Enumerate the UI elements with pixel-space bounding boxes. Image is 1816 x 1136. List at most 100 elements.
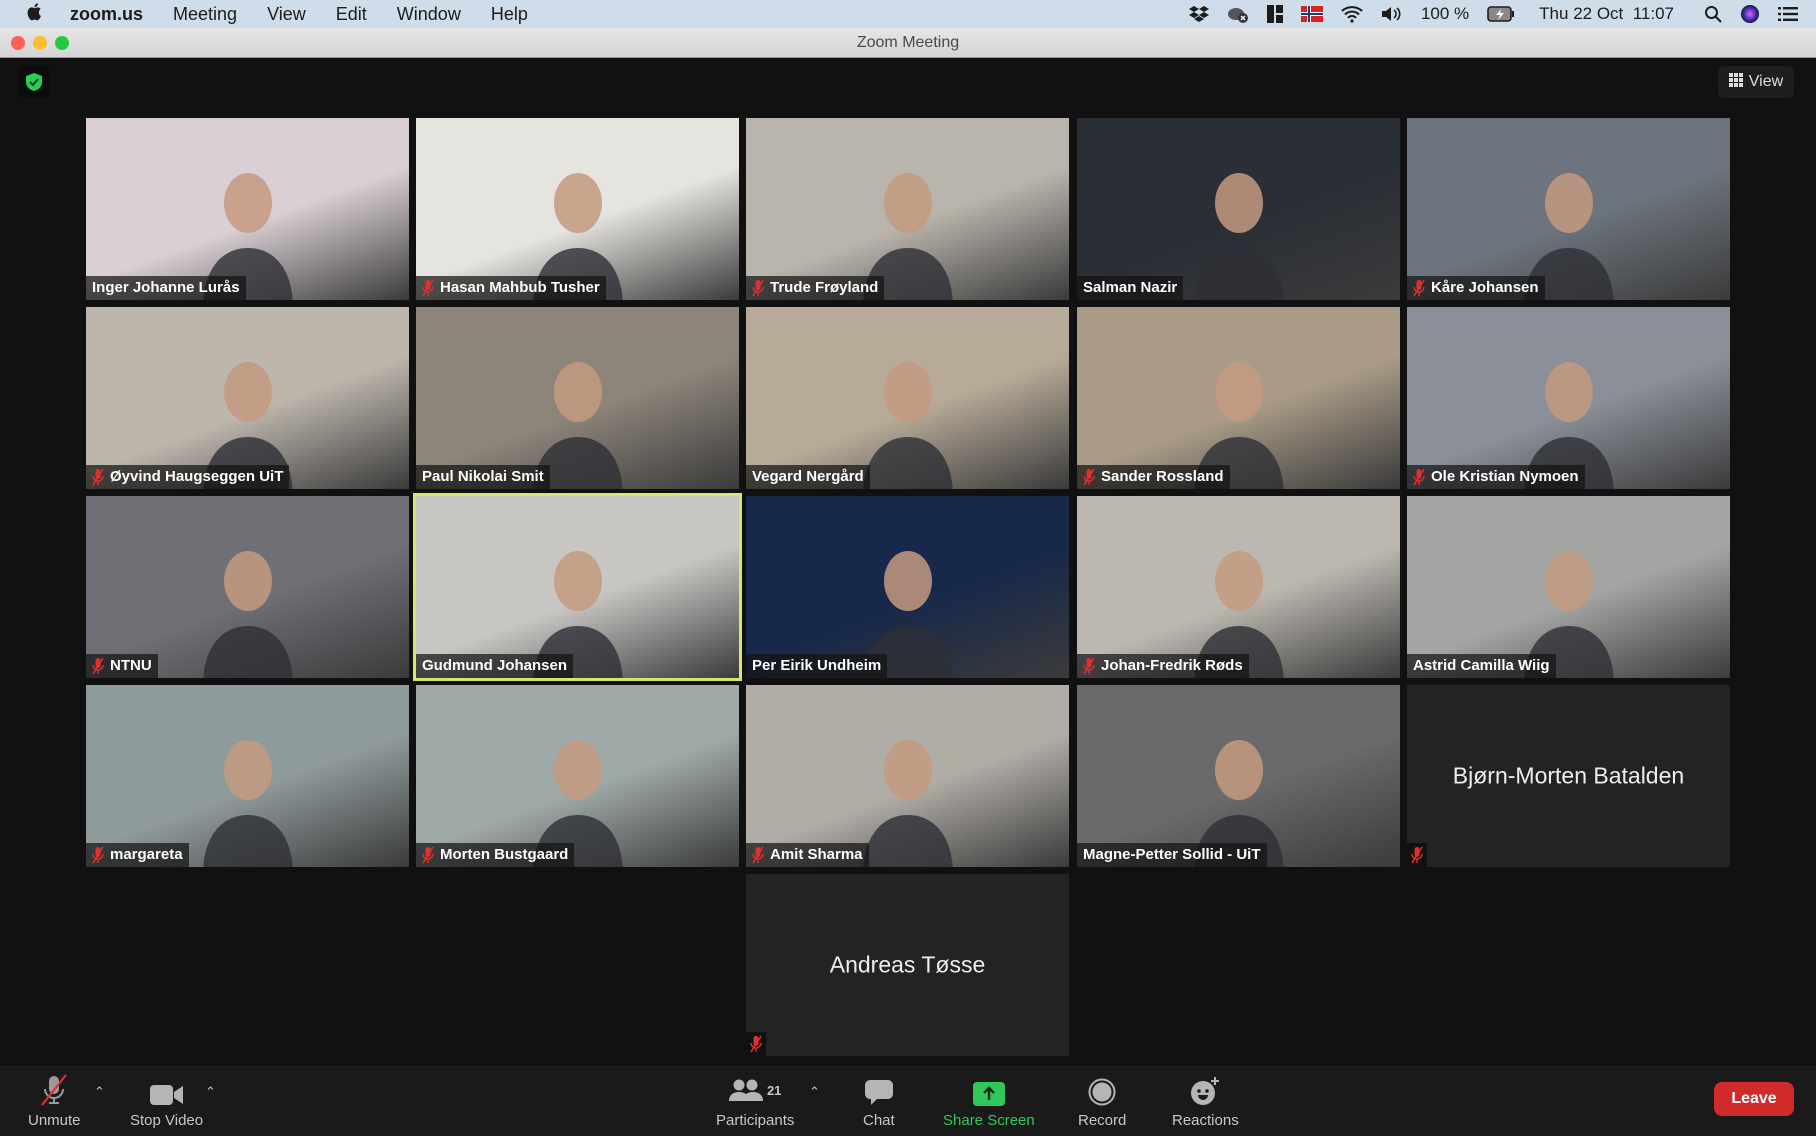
- macos-menubar: zoom.us Meeting View Edit Window Help 10…: [0, 0, 1816, 28]
- layout-icon[interactable]: [1266, 4, 1283, 24]
- participant-name: margareta: [110, 846, 183, 863]
- stop-video-button[interactable]: Stop Video: [130, 1074, 203, 1129]
- gallery-grid-icon: [1728, 72, 1743, 92]
- participant-tile[interactable]: Trude Frøyland: [746, 118, 1069, 300]
- participant-tile[interactable]: Vegard Nergård: [746, 307, 1069, 489]
- participant-name: Sander Rossland: [1101, 468, 1224, 485]
- participant-name: Vegard Nergård: [752, 468, 864, 485]
- wifi-icon[interactable]: [1341, 4, 1363, 24]
- participant-tile[interactable]: Magne-Petter Sollid - UiT: [1077, 685, 1400, 867]
- participant-tile[interactable]: Morten Bustgaard: [416, 685, 739, 867]
- meeting-toolbar: Unmute ⌃ Stop Video ⌃ 21 Participants ⌃ …: [0, 1066, 1816, 1136]
- participant-name: Bjørn-Morten Batalden: [1452, 762, 1685, 789]
- participant-tile[interactable]: Johan-Fredrik Røds: [1077, 496, 1400, 678]
- close-window-button[interactable]: [11, 36, 25, 50]
- menu-view[interactable]: View: [267, 4, 306, 25]
- record-label: Record: [1078, 1112, 1127, 1129]
- siri-icon[interactable]: [1740, 4, 1760, 24]
- menu-edit[interactable]: Edit: [336, 4, 367, 25]
- participants-button[interactable]: 21 Participants: [716, 1074, 794, 1129]
- participants-options-caret-icon[interactable]: ⌃: [809, 1084, 820, 1100]
- participant-tile[interactable]: Sander Rossland: [1077, 307, 1400, 489]
- norway-flag-icon[interactable]: [1300, 4, 1323, 24]
- participant-name: Salman Nazir: [1083, 279, 1178, 296]
- muted-microphone-icon: [422, 279, 434, 297]
- participant-tile[interactable]: NTNU: [86, 496, 409, 678]
- participant-tile[interactable]: Øyvind Haugseggen UiT: [86, 307, 409, 489]
- participant-name-label: Øyvind Haugseggen UiT: [86, 465, 290, 489]
- muted-microphone-icon: [752, 846, 764, 864]
- participant-name: Ole Kristian Nymoen: [1431, 468, 1579, 485]
- participant-tile[interactable]: Amit Sharma: [746, 685, 1069, 867]
- participant-name: Paul Nikolai Smit: [422, 468, 544, 485]
- encryption-shield-icon[interactable]: [18, 66, 50, 98]
- participant-name-label: margareta: [86, 843, 189, 867]
- unmute-button[interactable]: Unmute: [28, 1074, 81, 1129]
- apple-menu-icon[interactable]: [26, 2, 44, 26]
- participant-tile[interactable]: Paul Nikolai Smit: [416, 307, 739, 489]
- window-title: Zoom Meeting: [856, 34, 960, 51]
- reactions-smiley-icon: [1190, 1074, 1220, 1106]
- audio-options-caret-icon[interactable]: ⌃: [94, 1084, 105, 1100]
- menubar-clock[interactable]: Thu 22 Oct 11:07: [1539, 4, 1674, 24]
- fullscreen-window-button[interactable]: [55, 36, 69, 50]
- record-button[interactable]: Record: [1078, 1074, 1126, 1129]
- muted-microphone-icon: [1413, 279, 1425, 297]
- participant-tile[interactable]: Andreas Tøsse: [746, 874, 1069, 1056]
- participant-tile[interactable]: Gudmund Johansen: [413, 493, 742, 681]
- participants-label: Participants: [716, 1112, 795, 1129]
- participant-name: Morten Bustgaard: [440, 846, 569, 863]
- participant-name-label: Paul Nikolai Smit: [416, 465, 550, 489]
- battery-percent: 100 %: [1420, 4, 1470, 23]
- cloud-disconnected-icon[interactable]: [1227, 4, 1249, 24]
- video-options-caret-icon[interactable]: ⌃: [205, 1084, 216, 1100]
- participant-video: [1193, 158, 1284, 300]
- menu-help[interactable]: Help: [491, 4, 528, 25]
- participant-tile[interactable]: Inger Johanne Lurås: [86, 118, 409, 300]
- menu-meeting[interactable]: Meeting: [173, 4, 237, 25]
- participant-name-label: NTNU: [86, 654, 158, 678]
- participants-icon: [728, 1078, 763, 1106]
- participant-name-label: Magne-Petter Sollid - UiT: [1077, 843, 1267, 867]
- spotlight-search-icon[interactable]: [1704, 4, 1722, 24]
- reactions-label: Reactions: [1172, 1112, 1239, 1129]
- participant-tile[interactable]: Hasan Mahbub Tusher: [416, 118, 739, 300]
- participant-tile[interactable]: Bjørn-Morten Batalden: [1407, 685, 1730, 867]
- participant-name-label: Trude Frøyland: [746, 276, 885, 300]
- dropbox-icon[interactable]: [1188, 4, 1209, 24]
- participant-video: [202, 725, 293, 867]
- muted-microphone-icon: [1413, 468, 1425, 486]
- participant-name-label: Amit Sharma: [746, 843, 869, 867]
- window-titlebar[interactable]: Zoom Meeting: [0, 28, 1816, 58]
- participant-tile[interactable]: Astrid Camilla Wiig: [1407, 496, 1730, 678]
- battery-charging-icon[interactable]: [1487, 4, 1515, 24]
- participant-video: [202, 536, 293, 678]
- chat-bubble-icon: [864, 1074, 893, 1106]
- participant-name-label: Astrid Camilla Wiig: [1407, 654, 1556, 678]
- menu-app-name[interactable]: zoom.us: [70, 4, 143, 25]
- participant-name: Andreas Tøsse: [829, 951, 986, 978]
- share-screen-button[interactable]: Share Screen: [943, 1074, 1035, 1129]
- minimize-window-button[interactable]: [33, 36, 47, 50]
- menu-window[interactable]: Window: [397, 4, 461, 25]
- participant-tile[interactable]: Kåre Johansen: [1407, 118, 1730, 300]
- participant-name-label: Ole Kristian Nymoen: [1407, 465, 1585, 489]
- view-button[interactable]: View: [1718, 66, 1794, 98]
- participant-name-label: Gudmund Johansen: [416, 654, 574, 678]
- participant-name: Astrid Camilla Wiig: [1413, 657, 1550, 674]
- share-screen-icon: [972, 1074, 1005, 1106]
- participant-name: Trude Frøyland: [770, 279, 879, 296]
- participant-tile[interactable]: Salman Nazir: [1077, 118, 1400, 300]
- muted-microphone-icon: [1407, 843, 1427, 867]
- participant-name-label: Kåre Johansen: [1407, 276, 1545, 300]
- participant-tile[interactable]: Per Eirik Undheim: [746, 496, 1069, 678]
- muted-microphone-icon: [1083, 468, 1095, 486]
- reactions-button[interactable]: Reactions: [1172, 1074, 1239, 1129]
- chat-button[interactable]: Chat: [863, 1074, 895, 1129]
- participant-tile[interactable]: margareta: [86, 685, 409, 867]
- control-center-icon[interactable]: [1778, 4, 1798, 24]
- muted-microphone-icon: [92, 846, 104, 864]
- leave-meeting-button[interactable]: Leave: [1714, 1082, 1794, 1116]
- participant-tile[interactable]: Ole Kristian Nymoen: [1407, 307, 1730, 489]
- volume-icon[interactable]: [1381, 4, 1403, 24]
